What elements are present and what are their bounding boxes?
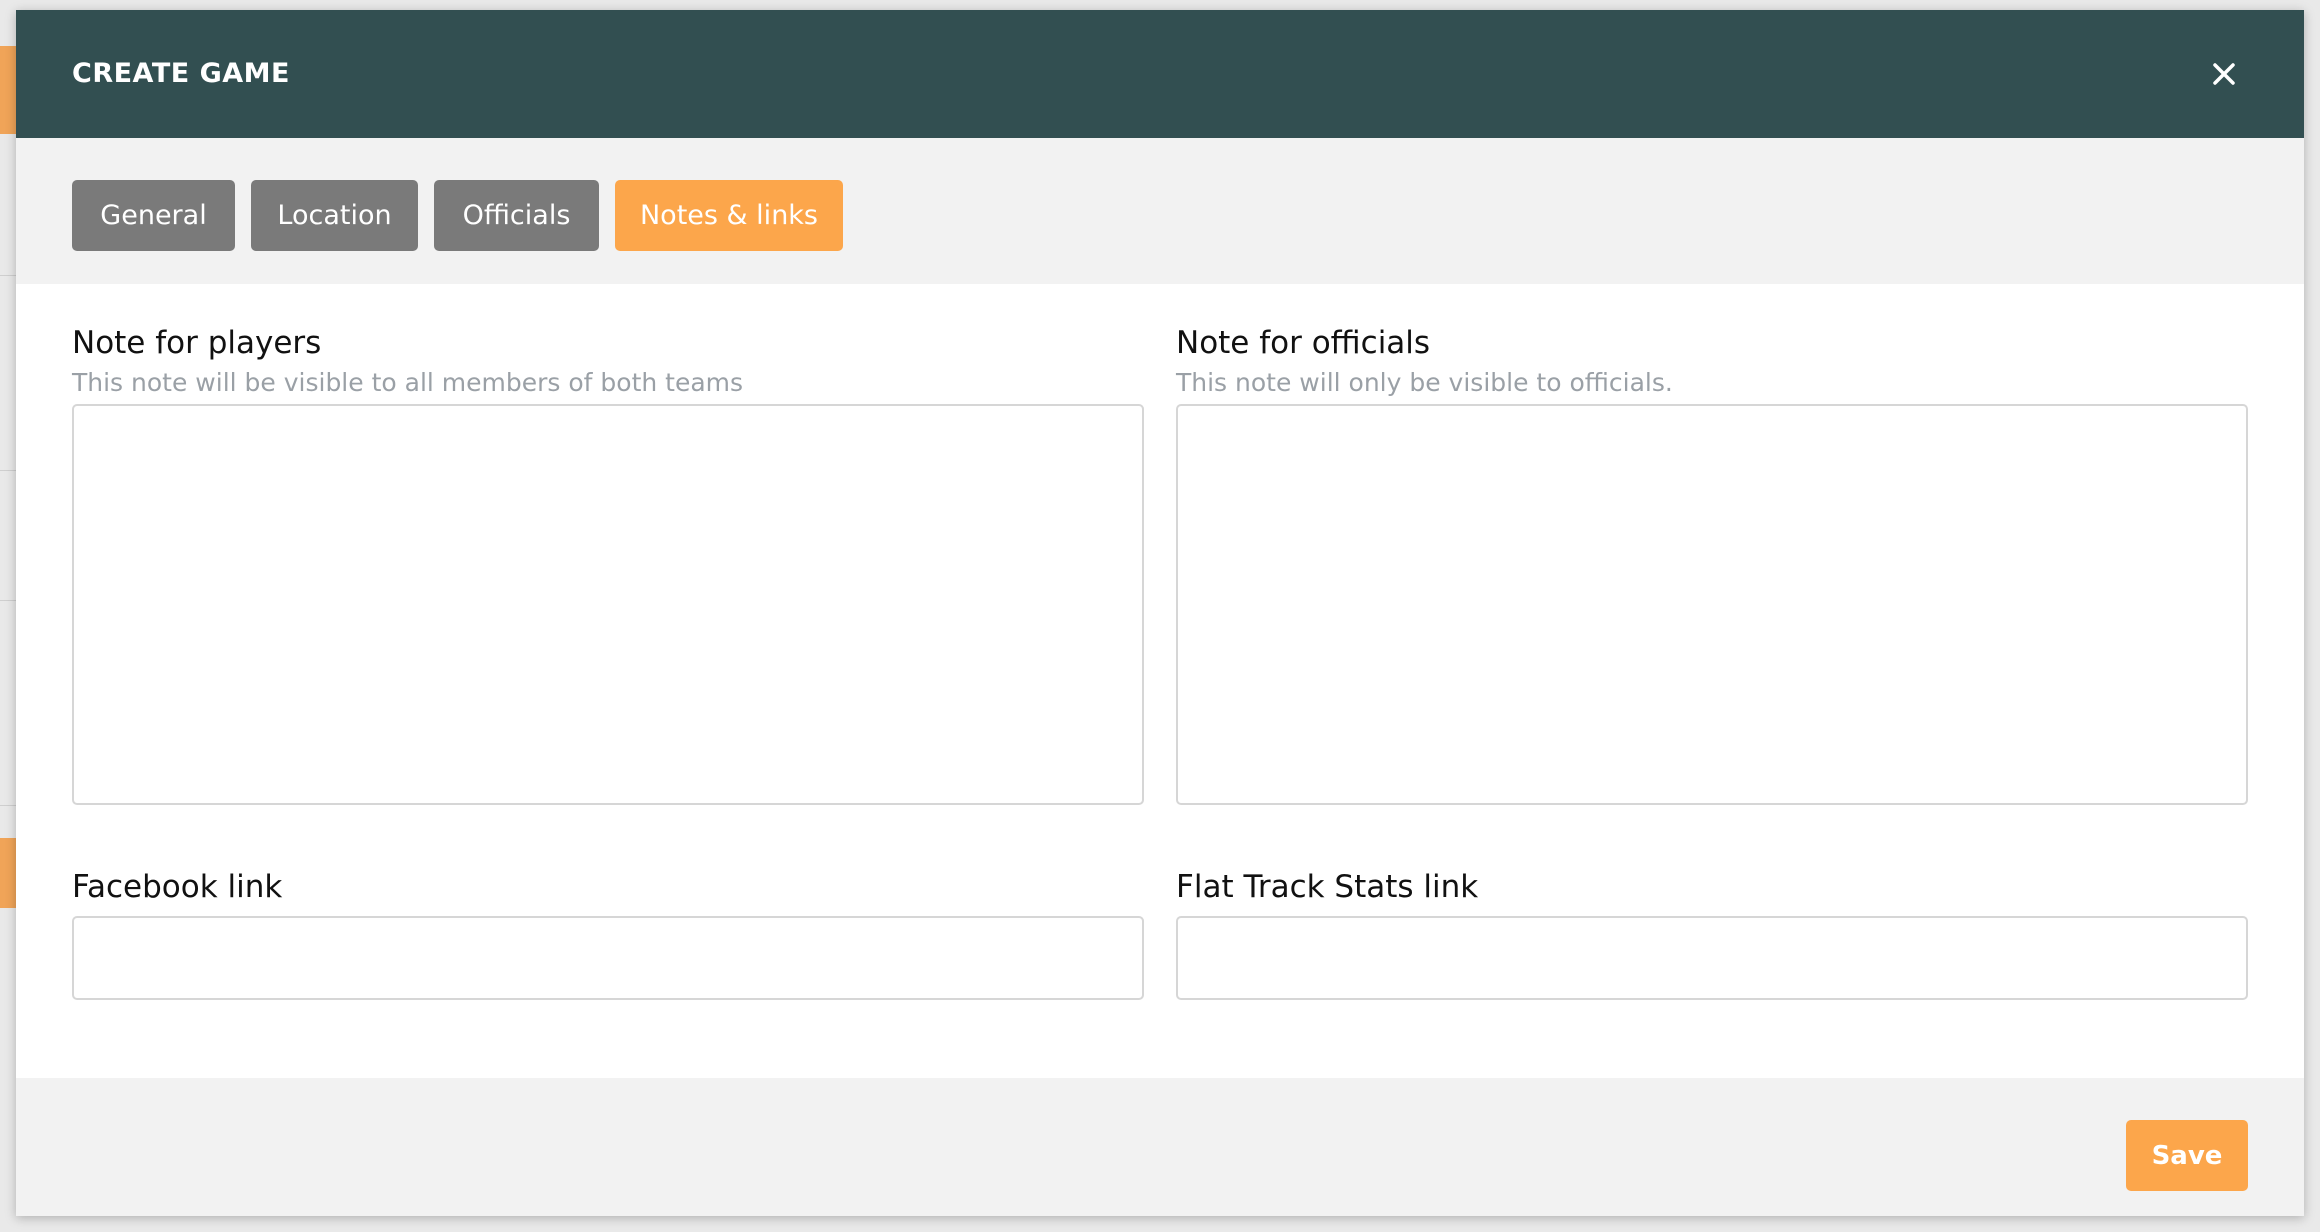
tab-bar: General Location Officials Notes & links (16, 138, 2304, 284)
modal-title: CREATE GAME (72, 58, 290, 89)
officials-note-textarea[interactable] (1176, 404, 2248, 805)
modal-footer: Save (16, 1078, 2304, 1216)
close-button[interactable] (2204, 54, 2244, 94)
tab-officials[interactable]: Officials (434, 180, 599, 251)
close-icon (2213, 63, 2235, 85)
notes-links-panel: Note for players This note will be visib… (16, 284, 2304, 1086)
players-note-label: Note for players (72, 325, 322, 361)
background-element (0, 838, 16, 908)
flat-track-stats-link-input[interactable] (1176, 916, 2248, 1000)
tab-notes-links[interactable]: Notes & links (615, 180, 843, 251)
tab-general[interactable]: General (72, 180, 235, 251)
save-button[interactable]: Save (2126, 1120, 2248, 1191)
modal-header: CREATE GAME (16, 10, 2304, 138)
players-note-hint: This note will be visible to all members… (72, 368, 744, 397)
officials-note-hint: This note will only be visible to offici… (1176, 368, 1673, 397)
officials-note-label: Note for officials (1176, 325, 1431, 361)
facebook-link-label: Facebook link (72, 869, 283, 905)
flat-track-stats-link-label: Flat Track Stats link (1176, 869, 1479, 905)
create-game-modal: CREATE GAME General Location Officials N… (16, 10, 2304, 1216)
facebook-link-input[interactable] (72, 916, 1144, 1000)
tab-location[interactable]: Location (251, 180, 418, 251)
players-note-textarea[interactable] (72, 404, 1144, 805)
background-element (0, 46, 16, 134)
